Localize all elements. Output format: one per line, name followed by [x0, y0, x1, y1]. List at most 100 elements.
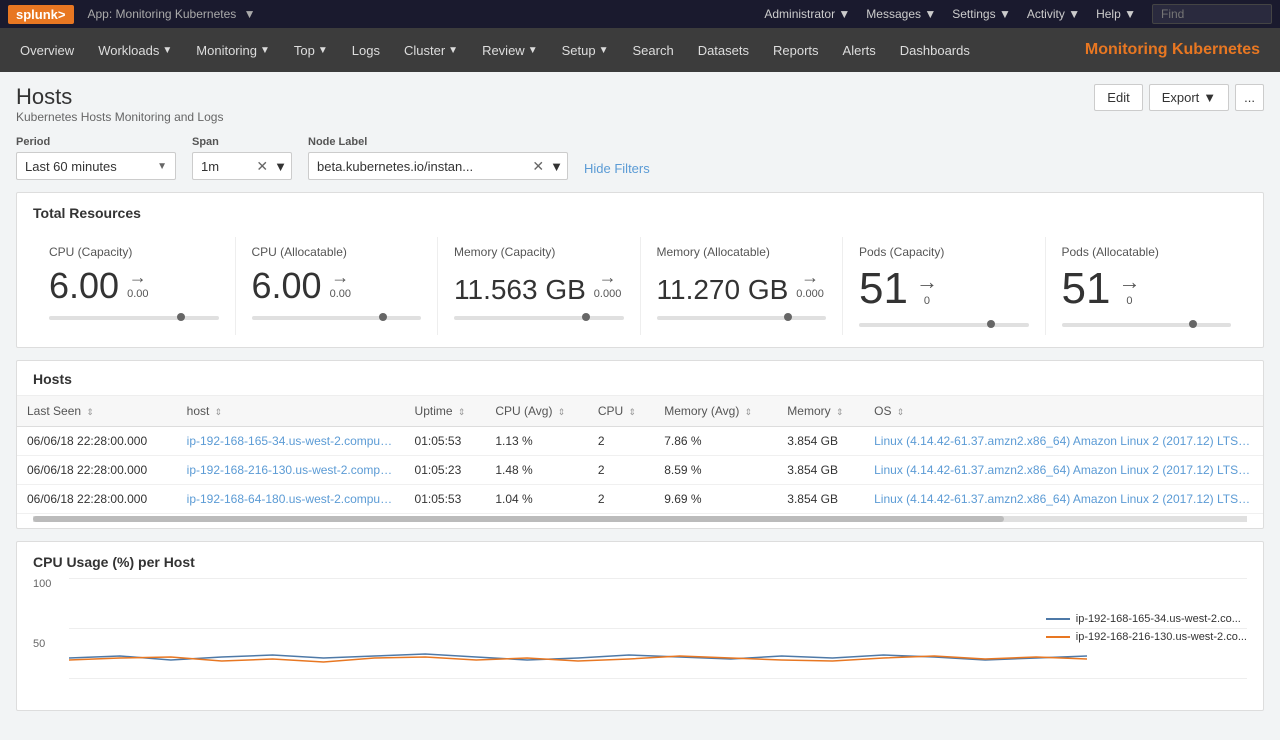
nav-review[interactable]: Review ▼ [470, 28, 550, 72]
hosts-table: Last Seen ⇕ host ⇕ Uptime ⇕ CPU (Avg) ⇕ … [17, 396, 1263, 514]
legend-item-1: ip-192-168-216-130.us-west-2.co... [1046, 631, 1247, 643]
activity-menu[interactable]: Activity ▼ [1027, 7, 1080, 21]
nav-workloads[interactable]: Workloads ▼ [86, 28, 184, 72]
period-filter-group: Period Last 60 minutes ▼ [16, 136, 176, 180]
cell-cpu: 2 [588, 427, 654, 456]
nav-search[interactable]: Search [620, 28, 685, 72]
top-nav: splunk> App: Monitoring Kubernetes ▼ Adm… [0, 0, 1280, 28]
app-title: Monitoring Kubernetes [1085, 41, 1272, 59]
col-memory-avg[interactable]: Memory (Avg) ⇕ [654, 396, 777, 427]
grid-line-bottom [69, 678, 1247, 679]
cpu-chart-area: 100 50 ip-192-168-165-34.us-west-2.co... [33, 578, 1247, 698]
nav-top[interactable]: Top ▼ [282, 28, 340, 72]
cpu-chart-title: CPU Usage (%) per Host [33, 554, 1247, 570]
cell-last-seen: 06/06/18 22:28:00.000 [17, 456, 177, 485]
sparkline-cpu-allocatable [252, 316, 422, 320]
cell-memory-avg: 8.59 % [654, 456, 777, 485]
span-filter-group: Span 1m ✕ ▼ [192, 136, 292, 180]
cell-cpu: 2 [588, 456, 654, 485]
cell-cpu-avg: 1.13 % [485, 427, 588, 456]
help-menu[interactable]: Help ▼ [1096, 7, 1136, 21]
node-label-label: Node Label [308, 136, 568, 148]
total-resources-title: Total Resources [33, 205, 1247, 221]
nav-setup[interactable]: Setup ▼ [550, 28, 621, 72]
span-clear[interactable]: ✕ [254, 158, 270, 175]
col-last-seen[interactable]: Last Seen ⇕ [17, 396, 177, 427]
nav-logs[interactable]: Logs [340, 28, 392, 72]
resource-pods-allocatable: Pods (Allocatable) 51 → 0 [1046, 237, 1248, 335]
nav-cluster[interactable]: Cluster ▼ [392, 28, 470, 72]
col-cpu[interactable]: CPU ⇕ [588, 396, 654, 427]
table-row: 06/06/18 22:28:00.000 ip-192-168-216-130… [17, 456, 1263, 485]
export-button[interactable]: Export ▼ [1149, 84, 1229, 111]
edit-button[interactable]: Edit [1094, 84, 1142, 111]
cpu-chart-section: CPU Usage (%) per Host 100 50 ip-192-1 [16, 541, 1264, 711]
page-actions: Edit Export ▼ ... [1094, 84, 1264, 111]
cell-memory-avg: 9.69 % [654, 485, 777, 514]
span-caret[interactable]: ▼ [274, 159, 287, 174]
nav-alerts[interactable]: Alerts [831, 28, 888, 72]
hide-filters-link[interactable]: Hide Filters [584, 161, 650, 176]
col-uptime[interactable]: Uptime ⇕ [405, 396, 486, 427]
cell-os: Linux (4.14.42-61.37.amzn2.x86_64) Amazo… [864, 456, 1263, 485]
hosts-section-title: Hosts [17, 361, 1263, 396]
period-label: Period [16, 136, 176, 148]
resource-memory-capacity: Memory (Capacity) 11.563 GB → 0.000 [438, 237, 641, 335]
sparkline-memory-capacity [454, 316, 624, 320]
nav-reports[interactable]: Reports [761, 28, 831, 72]
col-memory[interactable]: Memory ⇕ [777, 396, 864, 427]
col-cpu-avg[interactable]: CPU (Avg) ⇕ [485, 396, 588, 427]
scroll-thumb [33, 516, 1004, 522]
cell-os: Linux (4.14.42-61.37.amzn2.x86_64) Amazo… [864, 427, 1263, 456]
nav-overview[interactable]: Overview [8, 28, 86, 72]
legend-item-0: ip-192-168-165-34.us-west-2.co... [1046, 613, 1247, 625]
resource-cpu-allocatable: CPU (Allocatable) 6.00 → 0.00 [236, 237, 439, 335]
sparkline-pods-allocatable [1062, 323, 1232, 327]
hosts-table-scroll[interactable]: Last Seen ⇕ host ⇕ Uptime ⇕ CPU (Avg) ⇕ … [17, 396, 1263, 514]
period-select[interactable]: Last 60 minutes ▼ [16, 152, 176, 180]
cell-host[interactable]: ip-192-168-216-130.us-west-2.compute.int… [177, 456, 405, 485]
page-title: Hosts [16, 84, 223, 110]
splunk-logo[interactable]: splunk> [8, 5, 74, 24]
page-content: Hosts Kubernetes Hosts Monitoring and Lo… [0, 72, 1280, 723]
table-scrollbar[interactable] [33, 516, 1247, 522]
node-label-input[interactable]: beta.kubernetes.io/instan... ✕ ▼ [308, 152, 568, 180]
node-label-caret[interactable]: ▼ [550, 159, 563, 174]
find-input[interactable] [1152, 4, 1272, 24]
cell-memory: 3.854 GB [777, 427, 864, 456]
span-label: Span [192, 136, 292, 148]
page-subtitle: Kubernetes Hosts Monitoring and Logs [16, 110, 223, 124]
chart-y-labels: 100 50 [33, 578, 65, 698]
settings-menu[interactable]: Settings ▼ [952, 7, 1011, 21]
table-header-row: Last Seen ⇕ host ⇕ Uptime ⇕ CPU (Avg) ⇕ … [17, 396, 1263, 427]
app-name: App: Monitoring Kubernetes ▼ [84, 7, 765, 21]
main-nav: Overview Workloads ▼ Monitoring ▼ Top ▼ … [0, 28, 1280, 72]
cell-uptime: 01:05:23 [405, 456, 486, 485]
sparkline-cpu-capacity [49, 316, 219, 320]
table-row: 06/06/18 22:28:00.000 ip-192-168-64-180.… [17, 485, 1263, 514]
col-os[interactable]: OS ⇕ [864, 396, 1263, 427]
table-row: 06/06/18 22:28:00.000 ip-192-168-165-34.… [17, 427, 1263, 456]
nav-dashboards[interactable]: Dashboards [888, 28, 982, 72]
cell-cpu-avg: 1.48 % [485, 456, 588, 485]
chart-legend: ip-192-168-165-34.us-west-2.co... ip-192… [1046, 578, 1247, 678]
chart-svg [69, 578, 1087, 678]
more-button[interactable]: ... [1235, 84, 1264, 111]
cell-host[interactable]: ip-192-168-165-34.us-west-2.compute.inte… [177, 427, 405, 456]
admin-menu[interactable]: Administrator ▼ [764, 7, 850, 21]
span-input[interactable]: 1m ✕ ▼ [192, 152, 292, 180]
cell-os: Linux (4.14.42-61.37.amzn2.x86_64) Amazo… [864, 485, 1263, 514]
cell-uptime: 01:05:53 [405, 485, 486, 514]
cell-last-seen: 06/06/18 22:28:00.000 [17, 485, 177, 514]
cell-memory: 3.854 GB [777, 456, 864, 485]
messages-menu[interactable]: Messages ▼ [866, 7, 936, 21]
page-header: Hosts Kubernetes Hosts Monitoring and Lo… [16, 84, 1264, 124]
node-label-clear[interactable]: ✕ [530, 158, 546, 175]
filters-row: Period Last 60 minutes ▼ Span 1m ✕ ▼ Nod… [16, 136, 1264, 180]
legend-line-1 [1046, 636, 1070, 638]
cell-host[interactable]: ip-192-168-64-180.us-west-2.compute.inte… [177, 485, 405, 514]
nav-monitoring[interactable]: Monitoring ▼ [184, 28, 282, 72]
col-host[interactable]: host ⇕ [177, 396, 405, 427]
nav-datasets[interactable]: Datasets [686, 28, 761, 72]
sparkline-memory-allocatable [657, 316, 827, 320]
